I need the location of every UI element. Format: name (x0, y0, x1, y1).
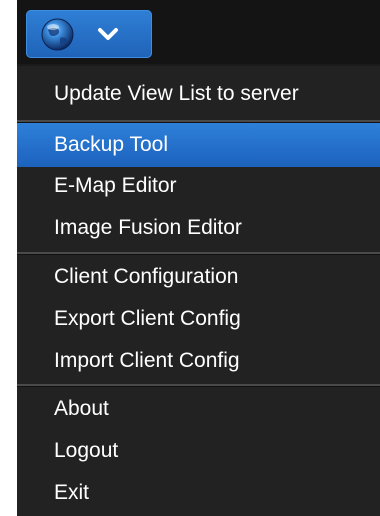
menu-item-backup-tool[interactable]: Backup Tool (17, 123, 380, 167)
chevron-down-icon (98, 28, 118, 40)
menu-item-emap-editor[interactable]: E-Map Editor (17, 164, 380, 208)
dropdown-menu: Update View List to server Backup Tool E… (17, 66, 380, 516)
main-menu-button[interactable] (26, 10, 152, 58)
top-toolbar (17, 0, 380, 64)
menu-item-exit[interactable]: Exit (17, 471, 380, 515)
globe-icon (41, 18, 74, 51)
menu-item-image-fusion-editor[interactable]: Image Fusion Editor (17, 206, 380, 250)
menu-item-update-view-list[interactable]: Update View List to server (17, 72, 380, 116)
app-window: Update View List to server Backup Tool E… (17, 0, 380, 516)
menu-item-logout[interactable]: Logout (17, 429, 380, 473)
menu-item-export-client-config[interactable]: Export Client Config (17, 297, 380, 341)
menu-item-client-configuration[interactable]: Client Configuration (17, 255, 380, 299)
menu-item-import-client-config[interactable]: Import Client Config (17, 339, 380, 383)
menu-item-about[interactable]: About (17, 387, 380, 431)
